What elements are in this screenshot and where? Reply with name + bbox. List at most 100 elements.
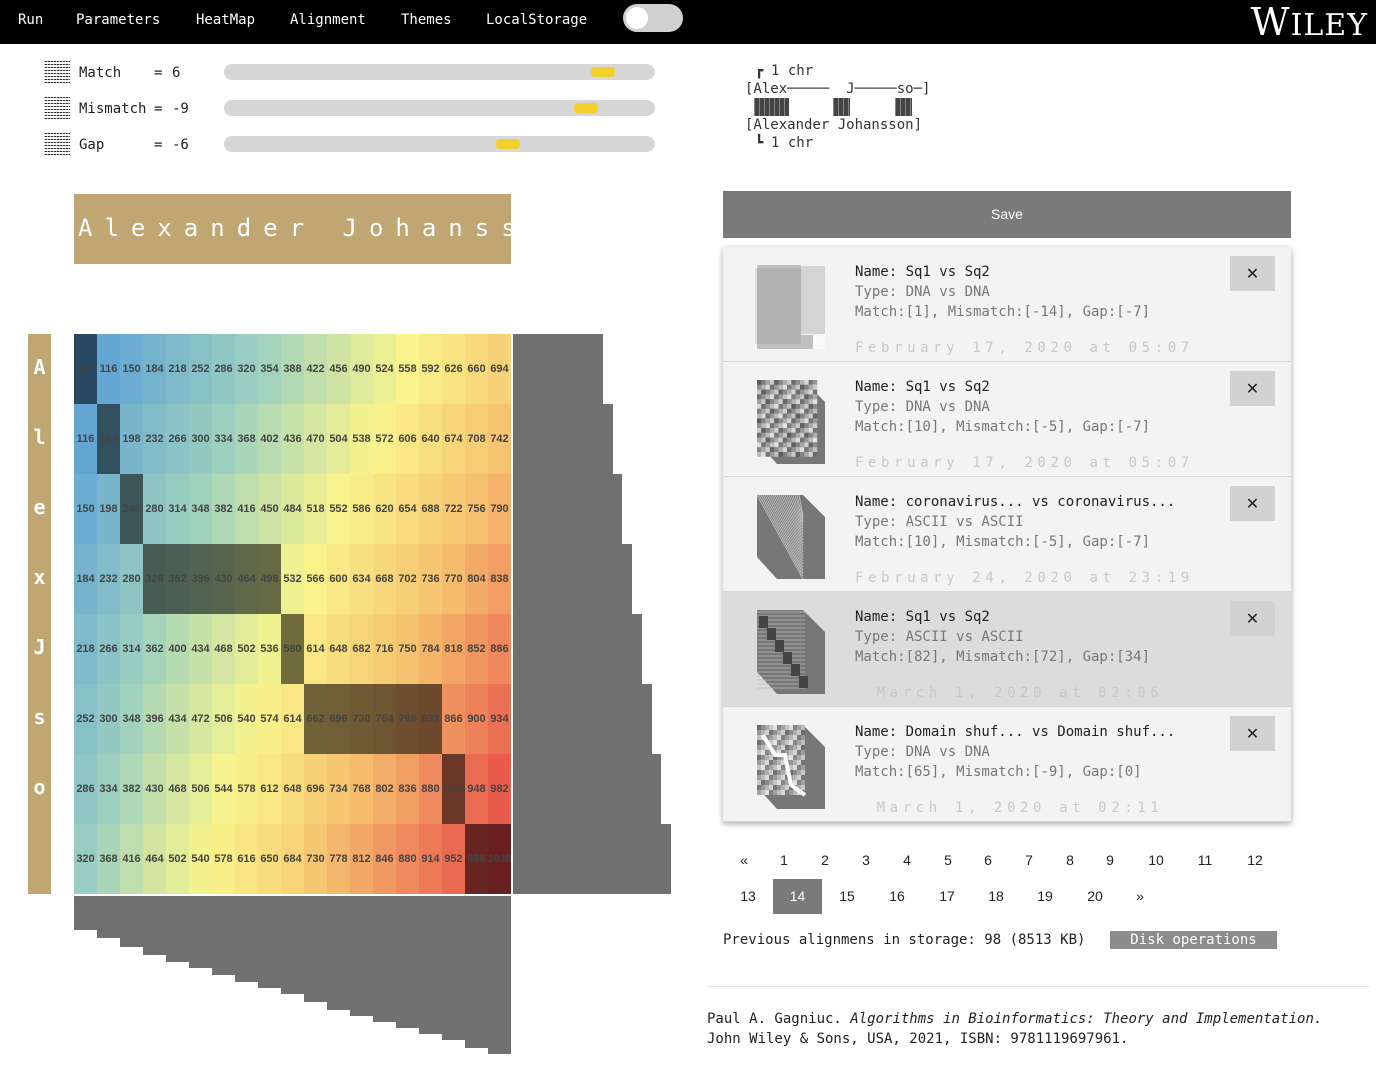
heatmap-cell: 470: [304, 404, 327, 474]
citation-title: Algorithms in Bioinformatics: Theory and…: [850, 1011, 1323, 1027]
saved-alignment-card[interactable]: Name: Sq1 vs Sq2 Type: DNA vs DNA Match:[1…: [723, 362, 1291, 477]
pager-page[interactable]: 10: [1136, 852, 1176, 868]
heatmap-cell: 696: [327, 684, 350, 754]
heatmap-cell: 578: [235, 754, 258, 824]
theme-toggle[interactable]: [623, 4, 683, 32]
col-max-bar: [235, 896, 258, 982]
preview-top-count: 1 chr: [771, 63, 814, 79]
card-type: Type: DNA vs DNA: [855, 399, 990, 415]
delete-button[interactable]: ✕: [1230, 601, 1275, 636]
menu-heatmap[interactable]: HeatMap: [196, 12, 255, 28]
saved-alignment-card[interactable]: Name: coronavirus... vs coronavirus... Ty…: [723, 477, 1291, 592]
pager-page[interactable]: 4: [887, 852, 927, 868]
heatmap-cell: 334: [97, 754, 120, 824]
slider-thumb[interactable]: [496, 139, 520, 149]
heatmap-cell: 982: [488, 754, 511, 824]
heatmap-cell: 218: [166, 334, 189, 404]
pager-page[interactable]: 16: [877, 888, 917, 904]
heatmap-cell: 286: [74, 754, 97, 824]
pager-page[interactable]: 13: [728, 888, 768, 904]
heatmap-cell: 832: [419, 684, 442, 754]
match-slider[interactable]: [224, 64, 655, 80]
heatmap-cell: 614: [281, 684, 304, 754]
menu-run[interactable]: Run: [18, 12, 43, 28]
disk-operations-button[interactable]: Disk operations: [1110, 931, 1277, 949]
heatmap-cell: 498: [258, 544, 281, 614]
row-max-bar: [513, 754, 661, 824]
pager-page[interactable]: 6: [968, 852, 1008, 868]
pager-page[interactable]: 7: [1009, 852, 1049, 868]
drag-grip-icon[interactable]: [44, 133, 70, 157]
heatmap-cell: 456: [327, 334, 350, 404]
heatmap-cell: 382: [212, 474, 235, 544]
pager-page[interactable]: 18: [976, 888, 1016, 904]
row-max-bar: [513, 334, 603, 404]
heatmap-cell: 472: [189, 684, 212, 754]
heatmap-cell: 696: [304, 754, 327, 824]
pager-page[interactable]: 20: [1075, 888, 1115, 904]
col-max-bar: [97, 896, 120, 938]
heatmap-cell: 396: [189, 544, 212, 614]
pager-page[interactable]: 3: [846, 852, 886, 868]
pager-page[interactable]: 11: [1185, 852, 1225, 868]
heatmap-cell: 362: [166, 544, 189, 614]
heatmap-cell: 450: [258, 474, 281, 544]
heatmap-cell: 702: [396, 544, 419, 614]
pager-prev[interactable]: «: [724, 852, 764, 868]
delete-button[interactable]: ✕: [1230, 486, 1275, 521]
card-type: Type: ASCII vs ASCII: [855, 629, 1024, 645]
saved-alignment-card[interactable]: Name: Sq1 vs Sq2 Type: DNA vs DNA Match:[1…: [723, 247, 1291, 362]
delete-button[interactable]: ✕: [1230, 716, 1275, 751]
saved-alignment-card[interactable]: Name: Sq1 vs Sq2 Type: ASCII vs ASCII Matc…: [723, 592, 1291, 707]
pager-next[interactable]: »: [1120, 888, 1160, 904]
heatmap-cell: 538: [350, 404, 373, 474]
pager-page[interactable]: 17: [927, 888, 967, 904]
heatmap-cell: 674: [442, 404, 465, 474]
heatmap-cell: 532: [281, 544, 304, 614]
pager-page[interactable]: 1: [764, 852, 804, 868]
heatmap-cell: 578: [212, 824, 235, 894]
menu-alignment[interactable]: Alignment: [290, 12, 366, 28]
pager-page[interactable]: 5: [928, 852, 968, 868]
pager-page[interactable]: 15: [827, 888, 867, 904]
pager-page[interactable]: 9: [1090, 852, 1130, 868]
save-button[interactable]: Save: [723, 191, 1291, 238]
menu-localstorage[interactable]: LocalStorage: [486, 12, 587, 28]
heatmap-cell: 434: [189, 614, 212, 684]
param-label: Mismatch: [79, 101, 147, 117]
heatmap-cell: 756: [465, 474, 488, 544]
param-row-match: Match = 6: [44, 61, 664, 85]
drag-grip-icon[interactable]: [44, 61, 70, 85]
pager-page[interactable]: 8: [1050, 852, 1090, 868]
heatmap-cell: 252: [74, 684, 97, 754]
mismatch-slider[interactable]: [224, 100, 655, 116]
pager-page[interactable]: 12: [1235, 852, 1275, 868]
saved-alignment-card[interactable]: Name: Domain shuf... vs Domain shuf... Ty…: [723, 707, 1291, 822]
menu-parameters[interactable]: Parameters: [76, 12, 160, 28]
heatmap-cell: 682: [350, 614, 373, 684]
pager-page[interactable]: 14: [773, 879, 822, 914]
param-value: -6: [172, 137, 189, 153]
menu-themes[interactable]: Themes: [401, 12, 452, 28]
card-name: Name: Sq1 vs Sq2: [855, 609, 990, 625]
heatmap-cell: 184: [74, 544, 97, 614]
gap-slider[interactable]: [224, 136, 655, 152]
param-value: 6: [172, 65, 181, 81]
delete-button[interactable]: ✕: [1230, 371, 1275, 406]
heatmap-cell: 434: [166, 684, 189, 754]
delete-button[interactable]: ✕: [1230, 256, 1275, 291]
row-max-bar: [513, 824, 671, 894]
heatmap-cell: 354: [258, 334, 281, 404]
pager-page[interactable]: 2: [805, 852, 845, 868]
heatmap-cell: 614: [304, 614, 327, 684]
pager-page[interactable]: 19: [1025, 888, 1065, 904]
slider-thumb[interactable]: [574, 103, 598, 113]
heatmap-cell: 82: [74, 334, 97, 404]
card-date: February 17, 2020 at 05:07: [855, 340, 1194, 356]
heatmap-cell: 320: [74, 824, 97, 894]
heatmap-cell: 566: [304, 544, 327, 614]
drag-grip-icon[interactable]: [44, 97, 70, 121]
slider-thumb[interactable]: [591, 67, 615, 77]
param-eq: =: [154, 137, 163, 153]
divider: [707, 986, 1370, 987]
